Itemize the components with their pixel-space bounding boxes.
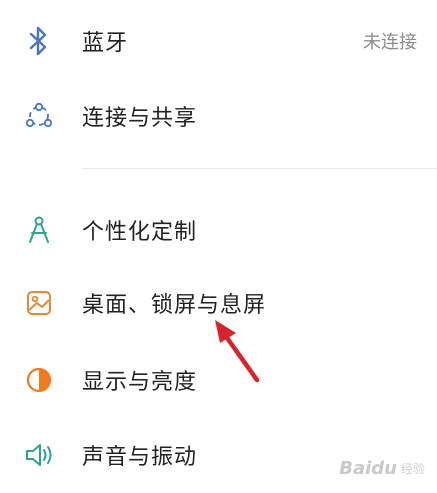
settings-item-label: 显示与亮度 [82, 370, 198, 395]
brightness-icon [22, 363, 56, 397]
settings-item-connection-share[interactable]: 连接与共享 [0, 81, 437, 151]
bluetooth-status: 未连接 [363, 32, 417, 53]
settings-item-label: 声音与振动 [82, 445, 198, 470]
speaker-icon [22, 438, 56, 472]
compass-icon [22, 213, 56, 247]
wallpaper-icon [22, 286, 56, 320]
settings-item-label: 连接与共享 [82, 106, 198, 131]
watermark-sub: 经验 [400, 462, 425, 476]
baidu-watermark: Baidu 经验 [339, 458, 425, 479]
annotation-arrow-icon [205, 315, 265, 389]
settings-item-sound-vibration[interactable]: 声音与振动 [0, 420, 437, 490]
settings-item-label: 个性化定制 [82, 220, 198, 245]
watermark-brand: Baidu [339, 458, 397, 479]
connection-share-icon [22, 99, 56, 133]
section-divider [82, 168, 437, 169]
bluetooth-icon [22, 24, 56, 58]
settings-item-label: 蓝牙 [82, 31, 129, 56]
settings-item-personalization[interactable]: 个性化定制 [0, 195, 437, 265]
settings-item-bluetooth[interactable]: 蓝牙 未连接 [0, 6, 437, 76]
